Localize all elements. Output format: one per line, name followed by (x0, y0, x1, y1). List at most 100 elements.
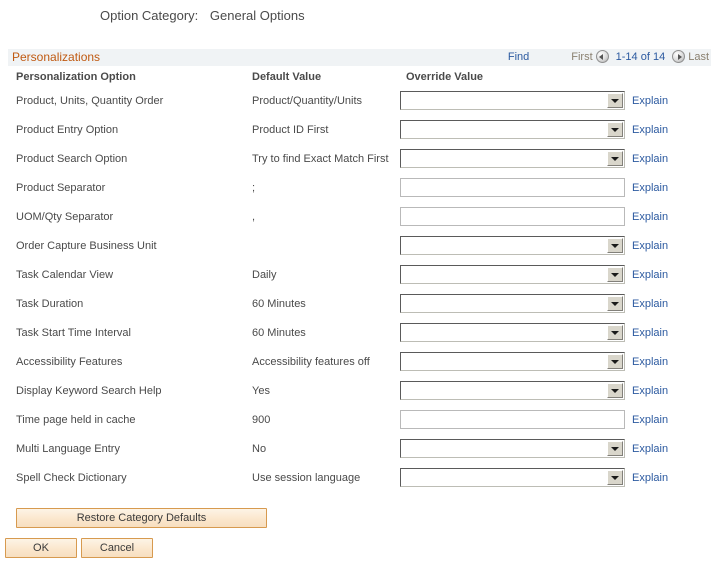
table-row: Task Calendar View Daily Explain (8, 262, 711, 291)
explain-link[interactable]: Explain (632, 269, 668, 281)
grid-caption: Personalizations (12, 50, 101, 64)
default-value-label: Daily (252, 269, 277, 281)
chevron-down-icon[interactable] (607, 93, 623, 108)
explain-link[interactable]: Explain (632, 472, 668, 484)
explain-link[interactable]: Explain (632, 327, 668, 339)
chevron-down-icon[interactable] (607, 151, 623, 166)
table-row: Task Start Time Interval 60 Minutes Explai… (8, 320, 711, 349)
override-value-cell (400, 294, 625, 313)
override-value-dropdown[interactable] (400, 381, 625, 400)
personalization-option-label: Task Calendar View (16, 269, 114, 281)
grid-navigation: Find First 1-14 of 14 Last (508, 50, 709, 63)
default-value-label: , (252, 211, 256, 223)
table-row: Time page held in cache 900 Explain (8, 407, 711, 436)
personalizations-grid: Personalizations Find First 1-14 of 14 L… (8, 48, 711, 494)
last-link[interactable]: Last (688, 51, 709, 63)
personalization-option-label: Time page held in cache (16, 414, 136, 426)
override-value-dropdown[interactable] (400, 149, 625, 168)
default-value-label: Try to find Exact Match First (252, 153, 389, 165)
personalization-option-label: UOM/Qty Separator (16, 211, 114, 223)
personalization-option-label: Product Separator (16, 182, 106, 194)
page-title-inner: Option Category: General Options (100, 8, 305, 23)
first-link[interactable]: First (571, 51, 592, 63)
default-value-label: Use session language (252, 472, 361, 484)
explain-link[interactable]: Explain (632, 153, 668, 165)
explain-link[interactable]: Explain (632, 240, 668, 252)
table-row: Spell Check Dictionary Use session langua… (8, 465, 711, 494)
default-value-label: 60 Minutes (252, 298, 306, 310)
default-value-label: ; (252, 182, 256, 194)
row-range-label[interactable]: 1-14 of 14 (616, 51, 666, 63)
explain-link[interactable]: Explain (632, 124, 668, 136)
chevron-down-icon[interactable] (607, 267, 623, 282)
explain-link[interactable]: Explain (632, 414, 668, 426)
column-header-default: Default Value (252, 71, 322, 83)
chevron-down-icon[interactable] (607, 238, 623, 253)
table-row: Product Entry Option Product ID First Expl… (8, 117, 711, 146)
prev-arrow-icon[interactable] (595, 50, 609, 63)
personalization-option-label: Task Duration (16, 298, 84, 310)
table-row: Product, Units, Quantity Order Product/Qu… (8, 88, 711, 117)
default-value-label: Accessibility features off (252, 356, 370, 368)
override-value-dropdown[interactable] (400, 352, 625, 371)
override-value-dropdown[interactable] (400, 294, 625, 313)
chevron-down-icon[interactable] (607, 325, 623, 340)
override-value-cell (400, 265, 625, 284)
find-link[interactable]: Find (508, 51, 529, 63)
default-value-label: No (252, 443, 267, 455)
cancel-button[interactable]: Cancel (81, 538, 153, 558)
explain-link[interactable]: Explain (632, 298, 668, 310)
grid-column-headers: Personalization Option Default Value Ove… (8, 66, 711, 88)
override-value-dropdown[interactable] (400, 265, 625, 284)
grid-body: Product, Units, Quantity Order Product/Qu… (8, 88, 711, 494)
personalization-option-label: Task Start Time Interval (16, 327, 131, 339)
override-value-dropdown[interactable] (400, 323, 625, 342)
override-value-dropdown[interactable] (400, 439, 625, 458)
override-value-cell (400, 236, 625, 255)
default-value-label: Yes (252, 385, 270, 397)
override-value-dropdown[interactable] (400, 120, 625, 139)
next-arrow-icon[interactable] (672, 50, 686, 63)
chevron-down-icon[interactable] (607, 383, 623, 398)
restore-category-defaults-button[interactable]: Restore Category Defaults (16, 508, 267, 528)
override-value-input[interactable] (400, 410, 625, 429)
explain-link[interactable]: Explain (632, 385, 668, 397)
table-row: Multi Language Entry No Explain (8, 436, 711, 465)
chevron-down-icon[interactable] (607, 296, 623, 311)
table-row: Accessibility Features Accessibility feat… (8, 349, 711, 378)
override-value-cell (400, 381, 625, 400)
chevron-down-icon[interactable] (607, 122, 623, 137)
default-value-label: Product/Quantity/Units (252, 95, 363, 107)
table-row: Display Keyword Search Help Yes Explain (8, 378, 711, 407)
explain-link[interactable]: Explain (632, 211, 668, 223)
table-row: Product Search Option Try to find Exact M… (8, 146, 711, 175)
explain-link[interactable]: Explain (632, 356, 668, 368)
override-value-dropdown[interactable] (400, 91, 625, 110)
override-value-cell (400, 410, 625, 429)
override-value-dropdown[interactable] (400, 468, 625, 487)
personalization-option-label: Product Search Option (16, 153, 128, 165)
override-value-input[interactable] (400, 207, 625, 226)
personalization-option-label: Product, Units, Quantity Order (16, 95, 164, 107)
override-value-cell (400, 207, 625, 226)
default-value-label: 60 Minutes (252, 327, 306, 339)
table-row: Task Duration 60 Minutes Explain (8, 291, 711, 320)
ok-button[interactable]: OK (5, 538, 77, 558)
override-value-cell (400, 352, 625, 371)
chevron-down-icon[interactable] (607, 354, 623, 369)
table-row: Product Separator; Explain (8, 175, 711, 204)
override-value-input[interactable] (400, 178, 625, 197)
explain-link[interactable]: Explain (632, 95, 668, 107)
chevron-down-icon[interactable] (607, 470, 623, 485)
explain-link[interactable]: Explain (632, 182, 668, 194)
default-value-label: Product ID First (252, 124, 329, 136)
personalization-option-label: Accessibility Features (16, 356, 123, 368)
explain-link[interactable]: Explain (632, 443, 668, 455)
override-value-dropdown[interactable] (400, 236, 625, 255)
override-value-cell (400, 468, 625, 487)
chevron-down-icon[interactable] (607, 441, 623, 456)
personalization-option-label: Spell Check Dictionary (16, 472, 127, 484)
column-header-override: Override Value (406, 71, 484, 83)
override-value-cell (400, 149, 625, 168)
personalization-option-label: Product Entry Option (16, 124, 119, 136)
